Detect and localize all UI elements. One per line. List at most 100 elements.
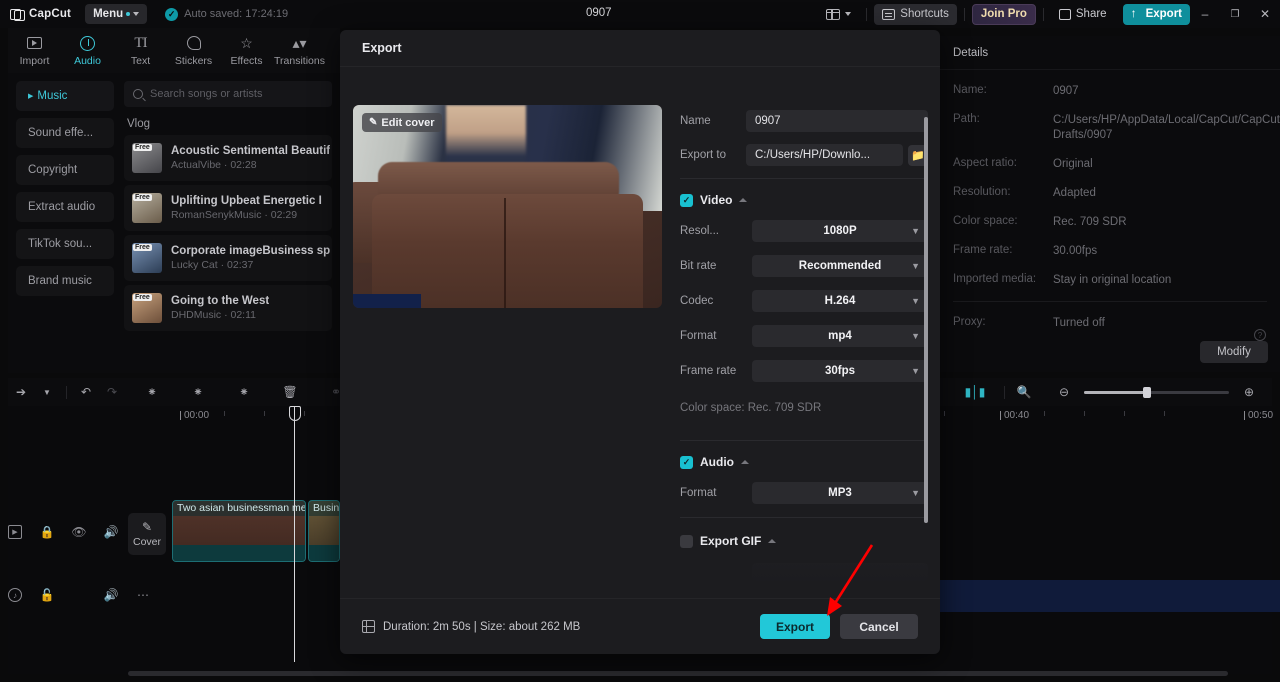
export-to-input[interactable]: C:/Users/HP/Downlo... <box>746 144 903 166</box>
list-item[interactable]: Free Corporate imageBusiness sp Lucky Ca… <box>124 235 332 281</box>
timeline-horizontal-scrollbar[interactable] <box>128 671 1228 676</box>
chevron-up-icon[interactable] <box>768 539 777 543</box>
cover-button[interactable]: ✎ Cover <box>128 513 166 555</box>
song-subtitle: DHDMusic · 02:11 <box>171 309 256 321</box>
song-list: Search songs or artists Vlog Free Acoust… <box>120 73 340 373</box>
share-button[interactable]: Share <box>1051 4 1115 25</box>
sidebar-item-copyright[interactable]: Copyright <box>16 155 114 185</box>
export-dialog-title: Export <box>340 30 940 67</box>
zoom-slider[interactable] <box>1084 386 1229 398</box>
detail-key: Resolution: <box>953 186 1011 198</box>
clip-label: Busine <box>309 501 339 516</box>
audio-section-header: ✓ Audio <box>680 455 928 469</box>
minimize-button[interactable]: – <box>1190 0 1220 28</box>
split-button[interactable]: ⁕ <box>139 381 165 403</box>
export-confirm-button[interactable]: Export <box>760 614 830 639</box>
chevron-up-icon[interactable] <box>741 460 749 464</box>
chevron-down-icon: ▼ <box>911 331 920 341</box>
cancel-button[interactable]: Cancel <box>840 614 918 639</box>
close-button[interactable]: ✕ <box>1250 0 1280 28</box>
name-input[interactable]: 0907 <box>746 110 928 132</box>
export-dialog-scrollbar[interactable] <box>924 117 928 523</box>
tab-audio[interactable]: Audio <box>61 35 114 67</box>
chevron-down-icon[interactable]: ▼ <box>34 381 60 403</box>
select-tool-button[interactable]: ➔ <box>8 381 34 403</box>
layout-button[interactable] <box>818 4 859 25</box>
codec-select[interactable]: H.264 ▼ <box>752 290 928 312</box>
zoom-out-button[interactable]: ⊖ <box>1051 381 1077 403</box>
join-pro-button[interactable]: Join Pro <box>971 3 1036 25</box>
bitrate-select[interactable]: Recommended ▼ <box>752 255 928 277</box>
framerate-select[interactable]: 30fps ▼ <box>752 360 928 382</box>
track-type-audio-icon[interactable]: ♪ <box>8 588 22 602</box>
volume-icon[interactable]: 🔊 <box>104 588 119 602</box>
timeline-clip[interactable]: Busine <box>308 500 340 562</box>
search-input[interactable]: Search songs or artists <box>124 81 332 107</box>
divider <box>963 7 965 21</box>
trim-left-button[interactable]: ⁕ <box>185 381 211 403</box>
zoom-in-button[interactable]: ⊕ <box>1236 381 1262 403</box>
track-type-video-icon[interactable]: ▶ <box>8 525 22 539</box>
tab-import[interactable]: Import <box>8 35 61 67</box>
tab-effects[interactable]: ☆ Effects <box>220 35 273 67</box>
lock-icon[interactable]: 🔓 <box>40 588 55 602</box>
detail-value: Rec. 709 SDR <box>1053 216 1127 228</box>
tab-text[interactable]: TI Text <box>114 35 167 67</box>
sidebar-item-tiktok-sounds[interactable]: TikTok sou... <box>16 229 114 259</box>
cover-preview[interactable]: ✎ Edit cover <box>353 105 662 308</box>
video-format-select[interactable]: mp4 ▼ <box>752 325 928 347</box>
tab-stickers[interactable]: Stickers <box>167 35 220 67</box>
shortcuts-label: Shortcuts <box>900 8 949 20</box>
export-to-label: Export to <box>680 149 727 161</box>
sidebar-item-music[interactable]: ▶ Music <box>16 81 114 111</box>
tab-transitions[interactable]: ▴▾ Transitions <box>273 35 326 67</box>
detail-key: Color space: <box>953 215 1018 227</box>
export-dialog-footer: Duration: 2m 50s | Size: about 262 MB Ex… <box>340 598 940 654</box>
redo-button[interactable]: ↷ <box>99 381 125 403</box>
volume-icon[interactable]: 🔊 <box>104 525 119 539</box>
audio-format-select[interactable]: MP3 ▼ <box>752 482 928 504</box>
modify-button[interactable]: Modify <box>1200 341 1268 363</box>
sidebar-item-brand-music[interactable]: Brand music <box>16 266 114 296</box>
delete-button[interactable]: 🗑 <box>277 381 303 403</box>
list-item[interactable]: Free Acoustic Sentimental Beautif Actual… <box>124 135 332 181</box>
audio-format-label: Format <box>680 487 717 499</box>
shortcuts-button[interactable]: Shortcuts <box>874 3 957 25</box>
detail-row-name: Name: 0907 <box>940 84 1280 99</box>
thumbnail-zoom-button[interactable]: 🔍 <box>1011 381 1037 403</box>
eye-icon[interactable]: 👁 <box>71 525 86 539</box>
more-options-icon[interactable]: ⋯ <box>136 588 150 602</box>
zoom-slider-knob[interactable] <box>1143 386 1152 398</box>
video-checkbox[interactable]: ✓ <box>680 193 693 207</box>
bitrate-value: Recommended <box>798 260 882 272</box>
export-button-top[interactable]: Export <box>1122 3 1190 25</box>
divider <box>1042 7 1044 21</box>
maximize-button[interactable]: ❐ <box>1220 0 1250 28</box>
list-item[interactable]: Free Going to the West DHDMusic · 02:11 <box>124 285 332 331</box>
undo-button[interactable]: ↶ <box>73 381 99 403</box>
lock-icon[interactable]: 🔒 <box>40 525 55 539</box>
menu-button[interactable]: Menu <box>85 4 148 24</box>
library-categories: ▶ Music Sound effe... Copyright Extract … <box>8 73 120 373</box>
list-item[interactable]: Free Uplifting Upbeat Energetic I RomanS… <box>124 185 332 231</box>
sidebar-item-sound-effects[interactable]: Sound effe... <box>16 118 114 148</box>
playhead-handle[interactable] <box>289 406 301 421</box>
video-format-value: mp4 <box>828 330 852 342</box>
audio-checkbox[interactable]: ✓ <box>680 455 693 469</box>
resolution-select[interactable]: 1080P ▼ <box>752 220 928 242</box>
chevron-up-icon[interactable] <box>739 198 748 202</box>
help-icon[interactable]: ? <box>1254 329 1266 341</box>
export-label-top: Export <box>1145 8 1182 20</box>
codec-row: Codec H.264 ▼ <box>680 290 928 312</box>
detail-value: 30.00fps <box>1053 245 1098 257</box>
duration-size-label: Duration: 2m 50s | Size: about 262 MB <box>383 620 581 633</box>
split-playhead-button[interactable]: ▮│▮ <box>962 381 988 403</box>
edit-cover-button[interactable]: ✎ Edit cover <box>362 113 442 132</box>
sidebar-item-extract-audio[interactable]: Extract audio <box>16 192 114 222</box>
gif-hidden-label <box>680 568 752 576</box>
timeline-clip[interactable]: Two asian businessman me <box>172 500 306 562</box>
search-placeholder: Search songs or artists <box>150 88 263 100</box>
trim-right-button[interactable]: ⁕ <box>231 381 257 403</box>
gif-checkbox[interactable] <box>680 534 693 548</box>
pencil-icon: ✎ <box>369 117 378 128</box>
